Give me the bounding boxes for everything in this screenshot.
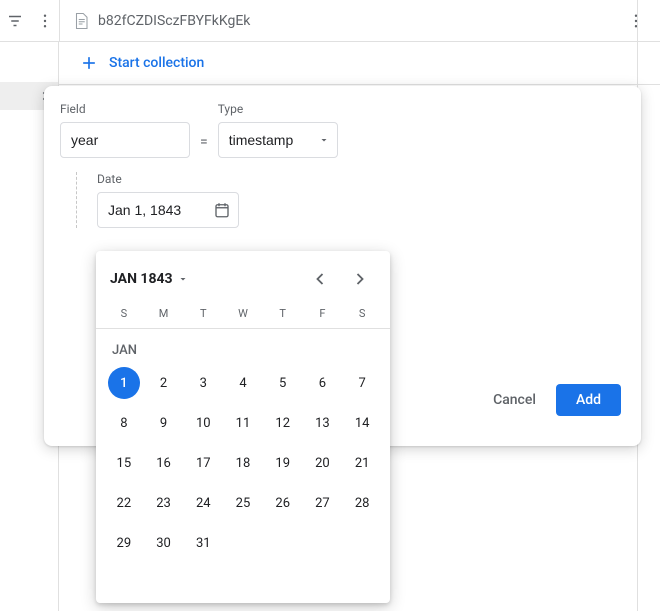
add-button[interactable]: Add — [556, 384, 621, 416]
calendar-day[interactable]: 25 — [227, 487, 259, 519]
calendar-day[interactable]: 23 — [148, 487, 180, 519]
calendar-day[interactable]: 13 — [306, 407, 338, 439]
calendar-day[interactable]: 17 — [187, 447, 219, 479]
start-collection-button[interactable]: Start collection — [75, 42, 644, 84]
calendar-day[interactable]: 4 — [227, 367, 259, 399]
field-name-input[interactable] — [60, 122, 190, 158]
calendar-day[interactable]: 28 — [346, 487, 378, 519]
calendar-day[interactable]: 14 — [346, 407, 378, 439]
prev-month-button[interactable] — [304, 263, 336, 295]
calendar-month-year-button[interactable]: JAN 1843 — [110, 271, 189, 287]
calendar-day[interactable]: 3 — [187, 367, 219, 399]
calendar-day[interactable]: 22 — [108, 487, 140, 519]
document-icon — [72, 12, 90, 30]
calendar-day[interactable]: 6 — [306, 367, 338, 399]
weekday-label: S — [104, 307, 144, 320]
calendar-day[interactable]: 12 — [267, 407, 299, 439]
weekday-label: M — [144, 307, 184, 320]
weekday-label: F — [303, 307, 343, 320]
calendar-day[interactable]: 24 — [187, 487, 219, 519]
calendar-day[interactable]: 27 — [306, 487, 338, 519]
calendar-day[interactable]: 2 — [148, 367, 180, 399]
filter-icon[interactable] — [3, 9, 27, 33]
calendar-day[interactable]: 20 — [306, 447, 338, 479]
calendar-day[interactable]: 11 — [227, 407, 259, 439]
doc-more-vert-icon[interactable] — [624, 9, 648, 33]
date-label: Date — [97, 172, 625, 186]
type-label: Type — [218, 102, 338, 116]
topbar: b82fCZDISczFBYFkKgEk — [0, 0, 660, 42]
calendar-title: JAN 1843 — [110, 271, 173, 287]
type-select[interactable] — [218, 122, 338, 158]
weekday-label: T — [183, 307, 223, 320]
date-block: Date — [97, 172, 625, 228]
calendar-day[interactable]: 1 — [108, 367, 140, 399]
chevron-down-icon — [177, 273, 189, 285]
calendar-day[interactable]: 7 — [346, 367, 378, 399]
calendar-day[interactable]: 8 — [108, 407, 140, 439]
calendar-month-label: JAN — [96, 329, 390, 362]
calendar-day[interactable]: 18 — [227, 447, 259, 479]
field-label: Field — [60, 102, 190, 116]
datepicker-popup: JAN 1843 SMTWTFS JAN 1234567891011121314… — [96, 251, 390, 603]
divider — [59, 84, 660, 85]
calendar-day[interactable]: 29 — [108, 527, 140, 559]
topbar-left — [0, 9, 59, 33]
calendar-day[interactable]: 30 — [148, 527, 180, 559]
weekday-label: W — [223, 307, 263, 320]
equals-sign: = — [200, 134, 208, 158]
calendar-grid: 1234567891011121314151617181920212223242… — [96, 362, 390, 568]
doc-area: b82fCZDISczFBYFkKgEk — [59, 0, 660, 41]
type-block: Type — [218, 102, 338, 158]
weekday-label: T — [263, 307, 303, 320]
calendar-weekdays: SMTWTFS — [96, 307, 390, 329]
calendar-day[interactable]: 16 — [148, 447, 180, 479]
weekday-label: S — [342, 307, 382, 320]
calendar-day[interactable]: 26 — [267, 487, 299, 519]
date-input[interactable] — [97, 192, 239, 228]
calendar-day[interactable]: 5 — [267, 367, 299, 399]
next-month-button[interactable] — [344, 263, 376, 295]
field-block: Field — [60, 102, 190, 158]
more-vert-icon[interactable] — [33, 9, 57, 33]
cancel-button[interactable]: Cancel — [493, 392, 536, 408]
calendar-day[interactable]: 19 — [267, 447, 299, 479]
calendar-day[interactable]: 21 — [346, 447, 378, 479]
calendar-day[interactable]: 10 — [187, 407, 219, 439]
calendar-day[interactable]: 15 — [108, 447, 140, 479]
calendar-day[interactable]: 31 — [187, 527, 219, 559]
document-id: b82fCZDISczFBYFkKgEk — [98, 13, 250, 29]
calendar-day[interactable]: 9 — [148, 407, 180, 439]
start-collection-label: Start collection — [109, 55, 204, 71]
